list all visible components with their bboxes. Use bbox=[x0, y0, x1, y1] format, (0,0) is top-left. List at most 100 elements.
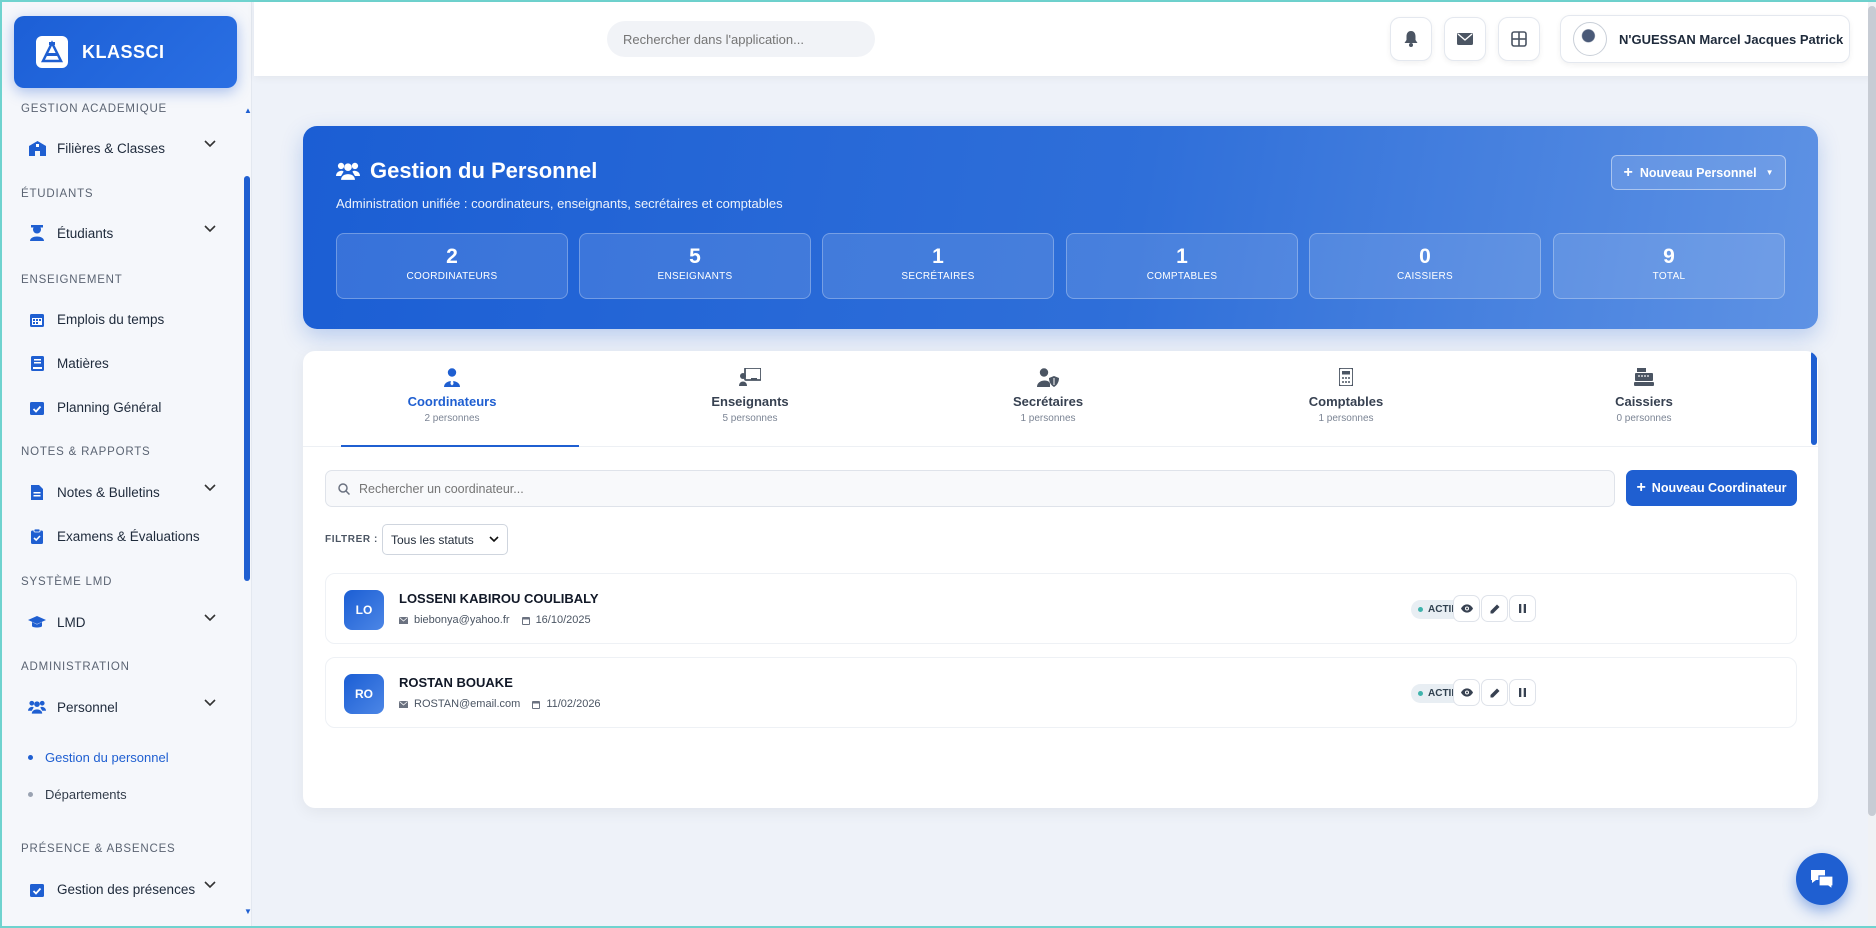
list-item[interactable]: LO LOSSENI KABIROU COULIBALY biebonya@ya… bbox=[325, 573, 1797, 644]
user-name: N'GUESSAN Marcel Jacques Patrick bbox=[1619, 31, 1844, 47]
view-button[interactable] bbox=[1453, 679, 1480, 706]
bullet-dot bbox=[28, 792, 33, 797]
chat-support-button[interactable] bbox=[1796, 853, 1848, 905]
envelope-icon bbox=[399, 700, 408, 708]
sidebar-item-filieres-classes[interactable]: Filières & Classes bbox=[28, 134, 216, 162]
sidebar-subitem-label: Départements bbox=[45, 787, 127, 802]
stat-value: 5 bbox=[689, 245, 701, 268]
sidebar-item-planning-general[interactable]: Planning Général bbox=[28, 393, 216, 421]
school-icon bbox=[28, 139, 46, 157]
tab-enseignants[interactable]: Enseignants 5 personnes bbox=[601, 351, 899, 447]
new-coordinator-label: Nouveau Coordinateur bbox=[1651, 481, 1787, 495]
card-scrollbar[interactable] bbox=[1811, 351, 1817, 445]
graduation-cap-icon bbox=[28, 613, 46, 631]
stat-label: SECRÉTAIRES bbox=[901, 271, 975, 282]
mail-icon bbox=[1457, 33, 1473, 45]
tab-count: 2 personnes bbox=[424, 413, 480, 424]
user-tie-icon bbox=[444, 368, 460, 387]
section-title-systeme-lmd: SYSTÈME LMD bbox=[21, 576, 113, 588]
sidebar-item-lmd[interactable]: LMD bbox=[28, 608, 216, 636]
stat-card-secretaires: 1 SECRÉTAIRES bbox=[822, 233, 1054, 299]
grid-icon bbox=[1511, 31, 1527, 47]
brand-logo-block[interactable]: KLASSCI bbox=[14, 16, 237, 88]
suspend-button[interactable] bbox=[1509, 595, 1536, 622]
app-search-input[interactable] bbox=[607, 21, 875, 57]
sidebar-item-label: Personnel bbox=[57, 699, 118, 715]
edit-button[interactable] bbox=[1481, 595, 1508, 622]
status-dot bbox=[1418, 607, 1423, 612]
new-personnel-label: Nouveau Personnel bbox=[1639, 165, 1757, 180]
calendar-check-icon bbox=[28, 880, 46, 898]
stat-label: TOTAL bbox=[1652, 271, 1686, 282]
coordinator-search-input[interactable] bbox=[359, 481, 1614, 496]
sidebar-item-examens-evaluations[interactable]: Examens & Évaluations bbox=[28, 522, 216, 550]
topbar: N'GUESSAN Marcel Jacques Patrick bbox=[254, 2, 1874, 76]
tab-coordinateurs[interactable]: Coordinateurs 2 personnes bbox=[303, 351, 601, 447]
sidebar-item-notes-bulletins[interactable]: Notes & Bulletins bbox=[28, 478, 216, 506]
sidebar-scroll-down-icon[interactable]: ▼ bbox=[244, 907, 251, 916]
chevron-down-icon bbox=[204, 699, 216, 707]
new-coordinator-button[interactable]: + Nouveau Coordinateur bbox=[1626, 470, 1797, 506]
stat-value: 1 bbox=[1176, 245, 1188, 268]
calculator-icon bbox=[1338, 367, 1354, 387]
chevron-down-icon bbox=[489, 536, 499, 543]
pause-icon bbox=[1519, 604, 1526, 613]
sidebar-subitem-gestion-du-personnel[interactable]: Gestion du personnel bbox=[28, 750, 169, 765]
list-item[interactable]: RO ROSTAN BOUAKE ROSTAN@email.com 11/02/… bbox=[325, 657, 1797, 728]
tab-secretaires[interactable]: Secrétaires 1 personnes bbox=[899, 351, 1197, 447]
status-filter-select[interactable]: Tous les statuts bbox=[382, 524, 508, 555]
person-meta: biebonya@yahoo.fr 16/10/2025 bbox=[399, 614, 591, 626]
users-icon bbox=[336, 162, 360, 180]
sidebar-item-label: Gestion des présences bbox=[57, 881, 196, 897]
new-personnel-button[interactable]: + Nouveau Personnel ▼ bbox=[1611, 155, 1786, 190]
messages-button[interactable] bbox=[1444, 17, 1486, 61]
pencil-icon bbox=[1490, 688, 1499, 697]
stat-value: 1 bbox=[932, 245, 944, 268]
plus-icon: + bbox=[1623, 163, 1633, 181]
edit-button[interactable] bbox=[1481, 679, 1508, 706]
book-icon bbox=[28, 354, 46, 372]
section-title-gestion-academique: GESTION ACADEMIQUE bbox=[21, 103, 168, 115]
stat-card-total: 9 TOTAL bbox=[1553, 233, 1785, 299]
student-icon bbox=[28, 224, 46, 242]
sidebar-item-personnel[interactable]: Personnel bbox=[28, 693, 216, 721]
stat-card-enseignants: 5 ENSEIGNANTS bbox=[579, 233, 811, 299]
view-button[interactable] bbox=[1453, 595, 1480, 622]
tab-label: Secrétaires bbox=[1012, 394, 1084, 409]
notifications-button[interactable] bbox=[1390, 17, 1432, 61]
eye-icon bbox=[1460, 688, 1473, 697]
sidebar-item-etudiants[interactable]: Étudiants bbox=[28, 219, 216, 247]
users-icon bbox=[28, 698, 46, 716]
stat-value: 0 bbox=[1419, 245, 1431, 268]
suspend-button[interactable] bbox=[1509, 679, 1536, 706]
tab-count: 1 personnes bbox=[1020, 413, 1076, 424]
calendar-icon bbox=[521, 616, 530, 625]
coordinator-search-field[interactable] bbox=[325, 470, 1615, 507]
pencil-icon bbox=[1490, 604, 1499, 613]
user-shield-icon bbox=[1037, 368, 1059, 387]
sidebar-scrollbar[interactable] bbox=[244, 106, 250, 920]
stat-label: COORDINATEURS bbox=[406, 271, 498, 282]
tab-count: 5 personnes bbox=[722, 413, 778, 424]
chevron-down-icon bbox=[204, 614, 216, 622]
calendar-check-icon bbox=[28, 398, 46, 416]
avatar: RO bbox=[344, 674, 384, 714]
chalkboard-teacher-icon bbox=[739, 367, 762, 386]
search-icon bbox=[338, 482, 350, 495]
user-profile-menu[interactable]: N'GUESSAN Marcel Jacques Patrick bbox=[1560, 15, 1850, 63]
tab-count: 1 personnes bbox=[1318, 413, 1374, 424]
person-meta: ROSTAN@email.com 11/02/2026 bbox=[399, 698, 601, 710]
tab-caissiers[interactable]: Caissiers 0 personnes bbox=[1495, 351, 1793, 447]
sidebar-item-emplois-du-temps[interactable]: Emplois du temps bbox=[28, 305, 216, 333]
sidebar-item-matieres[interactable]: Matières bbox=[28, 349, 216, 377]
sidebar-subitem-departements[interactable]: Départements bbox=[28, 787, 127, 802]
clipboard-icon bbox=[28, 527, 46, 545]
personnel-hero-banner: Gestion du Personnel Administration unif… bbox=[303, 126, 1818, 329]
page-scrollbar[interactable] bbox=[1868, 2, 1876, 926]
sidebar: KLASSCI ▲ ▼ GESTION ACADEMIQUE Filières … bbox=[2, 2, 252, 926]
apps-grid-button[interactable] bbox=[1498, 17, 1540, 61]
stat-card-coordinateurs: 2 COORDINATEURS bbox=[336, 233, 568, 299]
tab-label: Caissiers bbox=[1615, 394, 1673, 409]
sidebar-item-gestion-des-presences[interactable]: Gestion des présences bbox=[28, 875, 216, 903]
tab-comptables[interactable]: Comptables 1 personnes bbox=[1197, 351, 1495, 447]
